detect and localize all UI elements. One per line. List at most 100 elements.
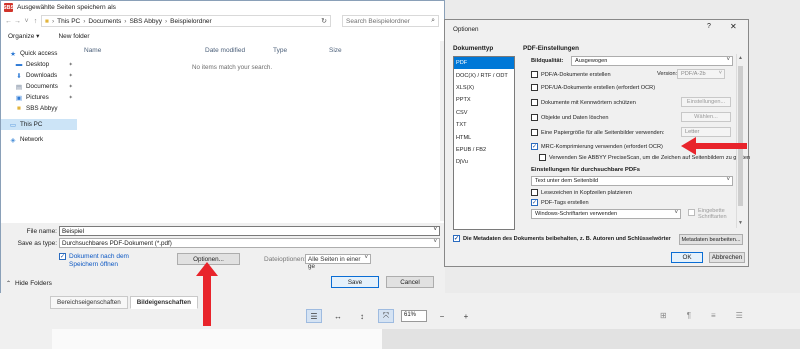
- embed-fonts-checkbox[interactable]: [688, 209, 695, 216]
- doctype-txt[interactable]: TXT: [454, 119, 514, 131]
- embed-fonts-option[interactable]: Eingebette Schriftarten: [688, 208, 727, 220]
- column-date-modified[interactable]: Date modified: [205, 47, 245, 54]
- chevron-down-icon[interactable]: ˅: [433, 227, 437, 233]
- zoom-select[interactable]: 61%: [401, 310, 427, 322]
- pdfua-option[interactable]: PDF/UA-Dokumente erstellen (erfordert OC…: [531, 84, 655, 91]
- column-type[interactable]: Type: [273, 47, 287, 54]
- zoom-out-icon[interactable]: −: [434, 309, 450, 323]
- precisescan-checkbox[interactable]: [539, 154, 546, 161]
- nav-item-this-pc[interactable]: ▭ This PC: [1, 119, 77, 130]
- doctype-epub[interactable]: EPUB / FB2: [454, 144, 514, 156]
- edit-metadata-button[interactable]: Metadaten bearbeiten...: [679, 234, 743, 245]
- doctype-pptx[interactable]: PPTX: [454, 94, 514, 106]
- fit-page-icon[interactable]: ⤧: [378, 309, 394, 323]
- papersize-option[interactable]: Eine Papiergröße für alle Seitenbilder v…: [531, 129, 664, 136]
- organize-button[interactable]: Organize ▾: [8, 32, 39, 40]
- nav-item-documents[interactable]: ▤ Documents ✦: [1, 81, 77, 92]
- list-view-icon[interactable]: ☰: [306, 309, 322, 323]
- align-icon[interactable]: ≡: [711, 311, 716, 320]
- nav-item-network[interactable]: ◈ Network: [1, 134, 77, 145]
- text-mode-select[interactable]: Text unter dem Seitenbild ˅: [531, 176, 733, 186]
- breadcrumb-beispielordner[interactable]: Beispielordner: [170, 18, 212, 25]
- pilcrow-icon[interactable]: ¶: [687, 311, 691, 320]
- delete-objects-checkbox[interactable]: [531, 114, 538, 121]
- options-cancel-button[interactable]: Abbrechen: [709, 252, 745, 263]
- nav-item-sbs-abbyy[interactable]: ■ SBS Abbyy: [1, 103, 77, 114]
- breadcrumb-documents[interactable]: Documents: [88, 18, 121, 25]
- doctype-csv[interactable]: CSV: [454, 107, 514, 119]
- bookmarks-option[interactable]: Lesezeichen in Kopfzeilen platzieren: [531, 189, 632, 196]
- fit-width-icon[interactable]: ↔: [330, 309, 346, 323]
- metadata-option[interactable]: ✓ Die Metadaten des Dokuments beibehalte…: [453, 235, 671, 242]
- metadata-checkbox[interactable]: ✓: [453, 235, 460, 242]
- precisescan-option[interactable]: Verwenden Sie ABBYY PreciseScan, um die …: [539, 154, 750, 161]
- close-icon[interactable]: ✕: [730, 22, 737, 31]
- quality-select[interactable]: Ausgewogen ˅: [571, 56, 733, 66]
- chevron-down-icon: ˅: [718, 70, 722, 76]
- password-option[interactable]: Dokumente mit Kennwörtern schützen: [531, 99, 636, 106]
- papersize-checkbox[interactable]: [531, 129, 538, 136]
- search-icon: ⌕: [431, 17, 435, 24]
- help-icon[interactable]: ?: [707, 23, 711, 30]
- select-button[interactable]: Wählen...: [681, 112, 731, 122]
- column-name[interactable]: Name: [84, 47, 101, 54]
- tab-area-properties[interactable]: Bereichseigenschaften: [50, 296, 128, 309]
- back-icon[interactable]: ←: [4, 18, 13, 25]
- zoom-in-icon[interactable]: +: [458, 309, 474, 323]
- scroll-up-icon[interactable]: ▲: [737, 55, 744, 61]
- doctype-doc[interactable]: DOC(X) / RTF / ODT: [454, 69, 514, 81]
- doctype-djvu[interactable]: DjVu: [454, 156, 514, 168]
- column-size[interactable]: Size: [329, 47, 342, 54]
- delete-objects-option[interactable]: Objekte und Daten löschen: [531, 114, 608, 121]
- pdfa-checkbox[interactable]: [531, 71, 538, 78]
- grid-icon[interactable]: ⊞: [660, 311, 667, 320]
- breadcrumb-this-pc[interactable]: This PC: [57, 18, 80, 25]
- pdf-tags-option[interactable]: ✓ PDF-Tags erstellen: [531, 199, 589, 206]
- save-button[interactable]: Save: [331, 276, 379, 288]
- nav-item-downloads[interactable]: ⬇ Downloads ✦: [1, 70, 77, 81]
- address-bar[interactable]: ■ › This PC › Documents › SBS Abbyy › Be…: [41, 15, 331, 27]
- recent-dropdown-icon[interactable]: ˅: [22, 18, 31, 25]
- search-input[interactable]: Search Beispielordner ⌕: [342, 15, 439, 27]
- pdf-tags-checkbox[interactable]: ✓: [531, 199, 538, 206]
- chevron-down-icon: ˅: [674, 210, 678, 216]
- version-select[interactable]: PDF/A-2b ˅: [677, 69, 725, 79]
- nav-item-pictures[interactable]: ▣ Pictures ✦: [1, 92, 77, 103]
- open-after-save-option[interactable]: ✓ Dokument nach dem Speichern öffnen: [59, 253, 129, 269]
- file-list[interactable]: Name Date modified Type Size No items ma…: [79, 45, 439, 215]
- pin-icon: ✦: [68, 83, 73, 90]
- password-checkbox[interactable]: [531, 99, 538, 106]
- hide-folders-toggle[interactable]: ⌃ Hide Folders: [6, 280, 52, 287]
- papersize-select[interactable]: Letter: [681, 127, 731, 137]
- scroll-down-icon[interactable]: ▼: [737, 220, 744, 226]
- ok-button[interactable]: OK: [671, 252, 703, 263]
- up-icon[interactable]: ↑: [31, 18, 40, 25]
- open-after-save-checkbox[interactable]: ✓: [59, 253, 66, 260]
- file-name-input[interactable]: Beispiel ˅: [59, 226, 440, 236]
- settings-button[interactable]: Einstellungen...: [681, 97, 731, 107]
- refresh-icon[interactable]: ↻: [321, 17, 327, 25]
- nav-item-desktop[interactable]: ▬ Desktop ✦: [1, 59, 77, 70]
- file-options-select[interactable]: Alle Seiten in einer ge ˅: [305, 254, 371, 270]
- pdfua-checkbox[interactable]: [531, 84, 538, 91]
- property-tabs: Bereichseigenschaften Bildeigenschaften: [50, 296, 200, 309]
- mrc-checkbox[interactable]: ✓: [531, 143, 538, 150]
- documents-icon: ▤: [15, 83, 23, 91]
- fonts-select[interactable]: Windows-Schriftarten verwenden ˅: [531, 209, 681, 219]
- fit-height-icon[interactable]: ↕: [354, 309, 370, 323]
- forward-icon[interactable]: →: [13, 18, 22, 25]
- doctype-xls[interactable]: XLS(X): [454, 82, 514, 94]
- bookmarks-checkbox[interactable]: [531, 189, 538, 196]
- mrc-option[interactable]: ✓ MRC-Komprimierung verwenden (erfordert…: [531, 143, 663, 150]
- nav-item-quick-access[interactable]: ★ Quick access: [1, 48, 77, 59]
- cancel-button[interactable]: Cancel: [386, 276, 434, 288]
- list-icon[interactable]: ☰: [736, 311, 743, 320]
- save-type-select[interactable]: Durchsuchbares PDF-Dokument (*.pdf) ˅: [59, 238, 440, 248]
- pdfa-option[interactable]: PDF/A-Dokumente erstellen: [531, 71, 611, 78]
- doctype-pdf[interactable]: PDF: [454, 57, 514, 70]
- scroll-thumb[interactable]: [738, 66, 743, 206]
- tab-image-properties[interactable]: Bildeigenschaften: [129, 296, 198, 309]
- doctype-html[interactable]: HTML: [454, 131, 514, 143]
- new-folder-button[interactable]: New folder: [58, 33, 89, 40]
- breadcrumb-sbs-abbyy[interactable]: SBS Abbyy: [129, 18, 162, 25]
